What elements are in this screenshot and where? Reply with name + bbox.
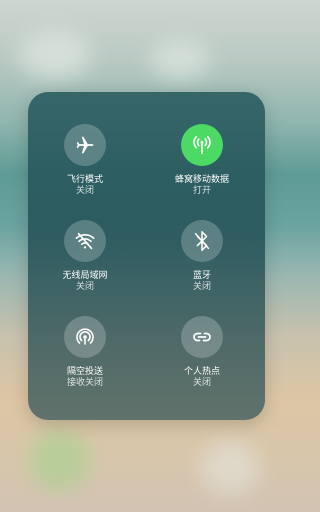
airplane-mode-toggle[interactable]: 飞行模式 关闭 <box>37 124 133 197</box>
airplane-mode-button[interactable] <box>64 124 106 166</box>
tile-label: 无线局域网 <box>62 271 108 281</box>
background-blur <box>30 430 90 490</box>
connectivity-panel: 飞行模式 关闭 蜂窝移动数据 打开 无线局域网 关闭 蓝牙 关闭 隔空投送 接收… <box>28 92 265 420</box>
personal-hotspot-icon <box>190 325 214 349</box>
tile-status: 接收关闭 <box>66 378 103 388</box>
cellular-antenna-icon <box>191 134 213 156</box>
tile-status: 关闭 <box>192 378 211 388</box>
personal-hotspot-toggle[interactable]: 个人热点 关闭 <box>154 316 250 389</box>
wifi-toggle[interactable]: 无线局域网 关闭 <box>37 220 133 293</box>
tile-label: 蓝牙 <box>192 271 211 281</box>
cellular-data-toggle[interactable]: 蜂窝移动数据 打开 <box>154 124 250 197</box>
airplane-icon <box>74 134 96 156</box>
tile-status: 打开 <box>192 186 211 196</box>
tile-label: 蜂窝移动数据 <box>174 175 229 185</box>
background-blur <box>200 440 260 495</box>
airdrop-toggle[interactable]: 隔空投送 接收关闭 <box>37 316 133 389</box>
bluetooth-icon <box>191 230 213 252</box>
cellular-data-button[interactable] <box>181 124 223 166</box>
airdrop-icon <box>73 325 97 349</box>
tile-label: 隔空投送 <box>66 367 103 377</box>
bluetooth-button[interactable] <box>181 220 223 262</box>
tile-status: 关闭 <box>75 282 94 292</box>
personal-hotspot-button[interactable] <box>181 316 223 358</box>
bluetooth-toggle[interactable]: 蓝牙 关闭 <box>154 220 250 293</box>
tile-label: 飞行模式 <box>66 175 103 185</box>
wifi-off-icon <box>74 230 96 252</box>
wifi-button[interactable] <box>64 220 106 262</box>
tile-status: 关闭 <box>192 282 211 292</box>
tile-status: 关闭 <box>75 186 94 196</box>
background-blur <box>20 30 90 80</box>
background-blur <box>150 40 210 80</box>
tile-label: 个人热点 <box>183 367 220 377</box>
airdrop-button[interactable] <box>64 316 106 358</box>
